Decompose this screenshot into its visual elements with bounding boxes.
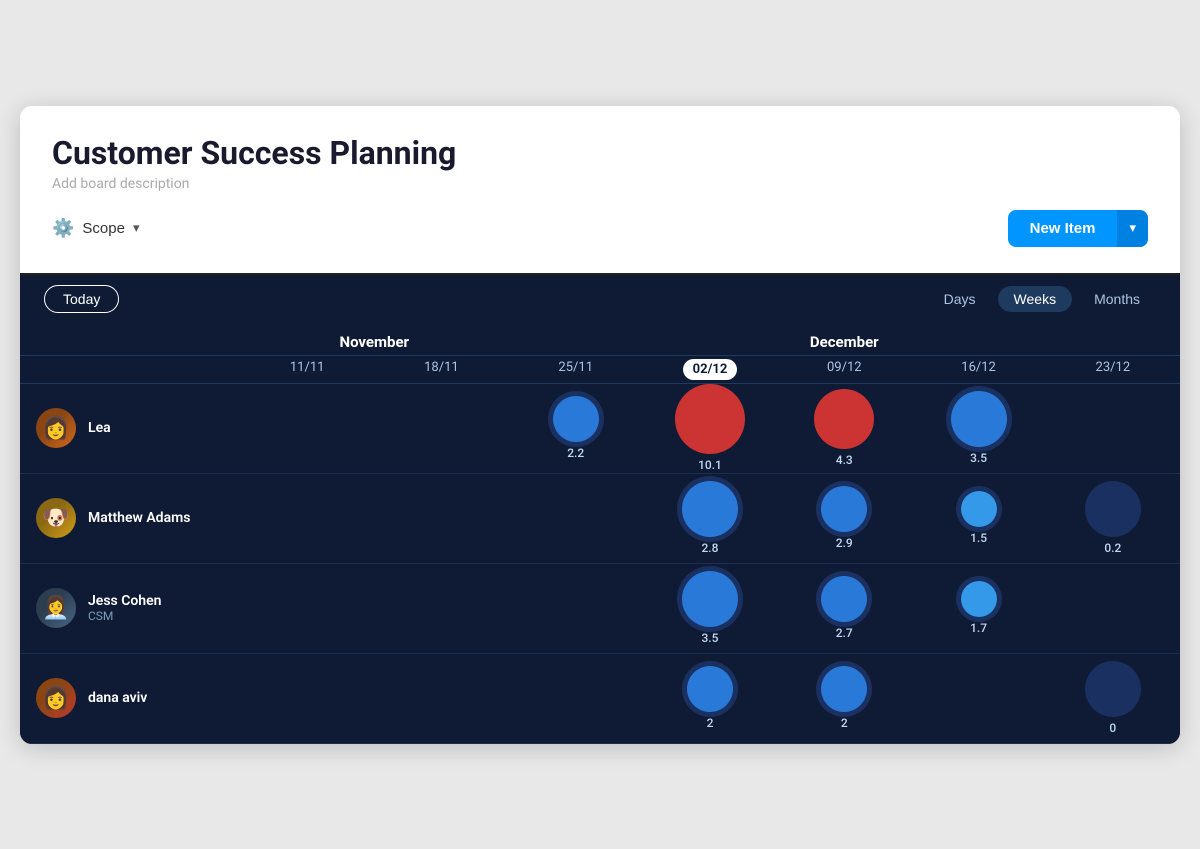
date-1811-wrapper: 18/11 [374,356,508,383]
chevron-down-icon: ▾ [133,220,140,236]
gantt-row: 👩 dana aviv 2 2 0 [20,654,1180,744]
data-cell [509,474,643,563]
data-cell: 2 [777,654,911,743]
date-1811: 18/11 [424,356,459,383]
gantt-header-bar: Today Days Weeks Months [20,275,1180,323]
date-2511-wrapper: 25/11 [509,356,643,383]
date-0212-today: 02/12 [683,359,738,380]
data-cell: 2.7 [777,564,911,653]
view-days-button[interactable]: Days [928,286,992,312]
person-name: Matthew Adams [88,510,190,526]
scope-button[interactable]: ⚙️ Scope ▾ [52,218,140,239]
data-cell [1046,384,1180,473]
new-item-dropdown-button[interactable]: ▾ [1117,210,1148,247]
data-cell: 0.2 [1046,474,1180,563]
person-col-header [20,323,240,355]
scope-icon: ⚙️ [52,218,74,239]
person-cell: 🐶 Matthew Adams [20,486,240,550]
person-name: Jess Cohen [88,593,161,609]
date-2312: 23/12 [1096,356,1131,383]
data-cell [240,474,374,563]
person-info: Jess Cohen CSM [88,593,161,623]
app-container: Customer Success Planning Add board desc… [20,106,1180,744]
data-cell [240,564,374,653]
data-cell [374,654,508,743]
data-cell [374,384,508,473]
data-cell [509,564,643,653]
data-cell: 10.1 [643,384,777,473]
date-0212-wrapper: 02/12 [643,356,777,383]
data-cell: 1.7 [911,564,1045,653]
avatar: 👩‍💼 [36,588,76,628]
data-cell: 4.3 [777,384,911,473]
view-toggle: Days Weeks Months [928,286,1156,312]
data-cell [374,564,508,653]
today-button[interactable]: Today [44,285,119,313]
date-0912-wrapper: 09/12 [777,356,911,383]
data-cell: 3.5 [911,384,1045,473]
gantt-row: 🐶 Matthew Adams 2.8 2.9 1.50.2 [20,474,1180,564]
data-cell [1046,564,1180,653]
new-item-button[interactable]: New Item [1008,210,1118,247]
date-1612-wrapper: 16/12 [911,356,1045,383]
scope-label: Scope [82,220,125,237]
data-cell: 2.9 [777,474,911,563]
person-name: Lea [88,420,111,436]
gantt-rows: 👩 Lea 2.210.14.3 3.5 🐶 Matthew Adams 2.8… [20,384,1180,744]
data-cell [509,654,643,743]
avatar: 👩 [36,408,76,448]
data-cell [374,474,508,563]
data-cell: 2.8 [643,474,777,563]
november-header: November [240,323,509,355]
toolbar: ⚙️ Scope ▾ New Item ▾ [52,210,1148,257]
dates-row: 11/11 18/11 25/11 02/12 09/12 16/12 23/1… [20,356,1180,384]
date-2511: 25/11 [558,356,593,383]
data-cell [240,384,374,473]
date-0912: 09/12 [827,356,862,383]
gantt-container: Today Days Weeks Months November Decembe… [20,273,1180,744]
data-cell: 3.5 [643,564,777,653]
board-title: Customer Success Planning [52,134,1148,172]
data-cell: 2.2 [509,384,643,473]
december-header: December [509,323,1180,355]
data-cell [240,654,374,743]
person-info: Matthew Adams [88,510,190,526]
view-months-button[interactable]: Months [1078,286,1156,312]
person-role: CSM [88,609,161,623]
avatar: 🐶 [36,498,76,538]
date-1111: 11/11 [290,356,325,383]
new-item-group: New Item ▾ [1008,210,1148,247]
header: Customer Success Planning Add board desc… [20,106,1180,273]
board-description: Add board description [52,176,1148,192]
person-info: dana aviv [88,690,147,706]
data-cell: 1.5 [911,474,1045,563]
person-info: Lea [88,420,111,436]
gantt-row: 👩 Lea 2.210.14.3 3.5 [20,384,1180,474]
avatar: 👩 [36,678,76,718]
view-weeks-button[interactable]: Weeks [998,286,1073,312]
data-cell: 0 [1046,654,1180,743]
person-name: dana aviv [88,690,147,706]
gantt-row: 👩‍💼 Jess Cohen CSM 3.5 2.7 1.7 [20,564,1180,654]
person-cell: 👩‍💼 Jess Cohen CSM [20,576,240,640]
months-row: November December [20,323,1180,356]
date-1612: 16/12 [961,356,996,383]
date-1111-wrapper: 11/11 [240,356,374,383]
person-cell: 👩 dana aviv [20,666,240,730]
date-2312-wrapper: 23/12 [1046,356,1180,383]
data-cell: 2 [643,654,777,743]
data-cell [911,654,1045,743]
date-row-empty [20,356,240,383]
person-cell: 👩 Lea [20,396,240,460]
